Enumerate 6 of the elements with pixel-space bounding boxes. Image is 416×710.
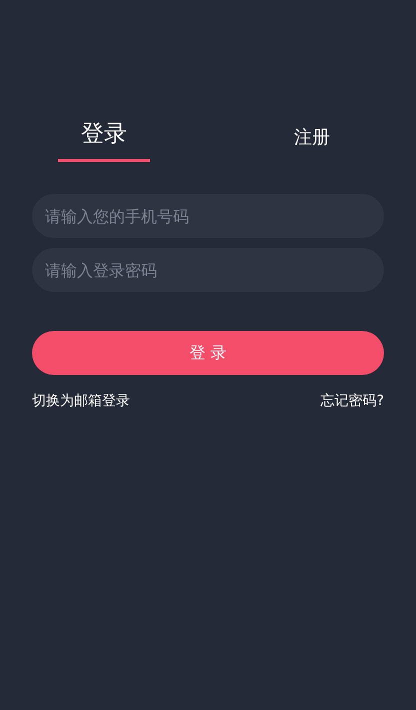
forgot-password-link[interactable]: 忘记密码? [320, 392, 384, 410]
email-login-link[interactable]: 切换为邮箱登录 [32, 392, 130, 410]
tab[interactable]: 登录 [58, 118, 150, 162]
input-field[interactable]: 请输入登录密码 [32, 248, 384, 292]
tab[interactable]: 注册 [266, 118, 358, 162]
input-field[interactable]: 请输入您的手机号码 [32, 194, 384, 238]
